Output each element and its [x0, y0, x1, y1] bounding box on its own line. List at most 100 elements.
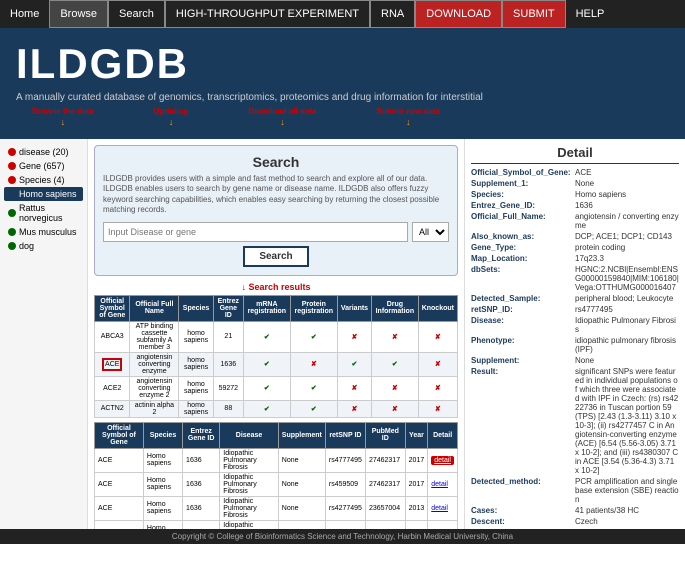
col-ko: Knockout [418, 295, 457, 321]
detail-field: Gene_Type: protein coding [471, 243, 679, 252]
mus-icon [8, 228, 16, 236]
sidebar: disease (20) Gene (657) Species (4) Homo… [0, 139, 88, 529]
lower-table: Official Symbol of Gene Species Entrez G… [94, 422, 458, 529]
detail-key: Supplement_1: [471, 179, 571, 188]
table-row: ACE2 [95, 376, 130, 400]
detail-value[interactable]: 27462317 [575, 528, 611, 529]
col-fullname: Official Full Name [130, 295, 179, 321]
cross-icon: ✘ [435, 334, 441, 341]
detail-value: rs4777495 [575, 305, 613, 314]
species-select[interactable]: All [412, 222, 449, 242]
detail-key: Official_Symbol_of_Gene: [471, 168, 571, 177]
sidebar-item-mus[interactable]: Mus musculus [4, 225, 83, 239]
cross-icon: ✘ [435, 406, 441, 413]
cross-icon: ✘ [352, 334, 358, 341]
detail-field: Also_known_as:DCP; ACE1; DCP1; CD143 [471, 232, 679, 241]
nav-search[interactable]: Search [108, 0, 165, 28]
detail-value: HGNC:2.NCBl|Ensembl:ENSG00000159840|MIM:… [575, 265, 679, 292]
lcol-retsnp: retSNP ID [325, 422, 365, 448]
check-icon: ✔ [264, 406, 270, 413]
results-table: Official Symbol of Gene Official Full Na… [94, 295, 458, 418]
check-icon: ✔ [311, 334, 317, 341]
col-drug: Drug Information [372, 295, 419, 321]
detail-value: 17q23.3 [575, 254, 604, 263]
detail-value: 1636 [575, 201, 593, 210]
sidebar-item-species[interactable]: Species (4) [4, 173, 83, 187]
detail-value: Homo sapiens [575, 190, 626, 199]
detail-value: None [575, 356, 594, 365]
cross-icon: ✘ [435, 385, 441, 392]
detail-link[interactable]: detail [431, 481, 448, 488]
nav-download[interactable]: DOWNLOAD [415, 0, 502, 28]
detail-value: None [575, 179, 594, 188]
nav-rna[interactable]: RNA [370, 0, 415, 28]
check-icon: ✔ [264, 385, 270, 392]
cross-icon: ✘ [352, 406, 358, 413]
col-protein: Protein registration [290, 295, 337, 321]
table-row: ACTN2 [95, 400, 130, 417]
detail-value: angiotensin / converting enzyme [575, 212, 679, 230]
col-symbol: Official Symbol of Gene [95, 295, 130, 321]
search-input[interactable] [103, 222, 408, 242]
dog-icon [8, 242, 16, 250]
check-icon: ✔ [352, 361, 358, 368]
detail-key: Detected_Sample: [471, 294, 571, 303]
detail-link[interactable]: detail [431, 505, 448, 512]
hero-title: ILDGDB [16, 40, 669, 88]
cross-icon: ✘ [435, 361, 441, 368]
col-entrez: Entrez Gene ID [213, 295, 243, 321]
label-submit: Submit new data [376, 107, 440, 116]
detail-value: ACE [575, 168, 591, 177]
check-icon: ✔ [392, 361, 398, 368]
list-item: ACE [95, 496, 144, 520]
col-species: Species [179, 295, 213, 321]
list-item: ACE [95, 520, 144, 529]
search-results-label: ↓ Search results [94, 282, 458, 292]
lcol-symbol: Official Symbol of Gene [95, 422, 144, 448]
detail-key: dbSets: [471, 265, 571, 292]
search-area: Search ILDGDB provides users with a simp… [94, 145, 458, 276]
center-panel: Search ILDGDB provides users with a simp… [88, 139, 465, 529]
nav-hte[interactable]: HIGH-THROUGHPUT EXPERIMENT [165, 0, 370, 28]
nav-help[interactable]: HELP [566, 0, 615, 28]
sidebar-item-rattus[interactable]: Rattus norvegicus [4, 201, 83, 225]
detail-link[interactable]: detail [431, 456, 454, 465]
label-download: Download all data [248, 107, 316, 116]
sidebar-item-disease[interactable]: disease (20) [4, 145, 83, 159]
species-icon [8, 176, 16, 184]
list-item: ACE [95, 472, 144, 496]
col-variants: Variants [337, 295, 371, 321]
nav-home[interactable]: Home [0, 0, 49, 28]
rattus-icon [8, 209, 16, 217]
detail-field: Result:significant SNPs were featured in… [471, 367, 679, 475]
detail-value: protein coding [575, 243, 625, 252]
search-button[interactable]: Search [243, 246, 308, 267]
detail-field: Official_Full_Name:angiotensin / convert… [471, 212, 679, 230]
detail-key: Map_Location: [471, 254, 571, 263]
nav-submit[interactable]: SUBMIT [502, 0, 566, 28]
table-row: ACE [95, 352, 130, 376]
lcol-year: Year [405, 422, 428, 448]
detail-value: Czech [575, 517, 598, 526]
detail-value: peripheral blood; Leukocyte [575, 294, 673, 303]
table-row: ABCA3 [95, 321, 130, 352]
detail-key: Phenotype: [471, 336, 571, 354]
detail-field: Phenotype:idiopathic pulmonary fibrosis … [471, 336, 679, 354]
hero-subtitle: A manually curated database of genomics,… [16, 92, 669, 103]
hero-section: ILDGDB A manually curated database of ge… [0, 28, 685, 139]
lcol-species: Species [143, 422, 182, 448]
detail-key: Entrez_Gene_ID: [471, 201, 571, 210]
list-item: ACE [95, 448, 144, 472]
detail-field: Cases: 41 patients/38 HC [471, 506, 679, 515]
detail-key: Supplement: [471, 356, 571, 365]
sidebar-item-dog[interactable]: dog [4, 239, 83, 253]
cross-icon: ✘ [392, 385, 398, 392]
detail-key: Gene_Type: [471, 243, 571, 252]
cross-icon: ✘ [352, 385, 358, 392]
detail-key: Cases: [471, 506, 571, 515]
detail-value: 41 patients/38 HC [575, 506, 639, 515]
nav-browse[interactable]: Browse [49, 0, 108, 28]
sidebar-item-homo[interactable]: Homo sapiens [4, 187, 83, 201]
sidebar-item-gene[interactable]: Gene (657) [4, 159, 83, 173]
lcol-entrez: Entrez Gene ID [183, 422, 220, 448]
